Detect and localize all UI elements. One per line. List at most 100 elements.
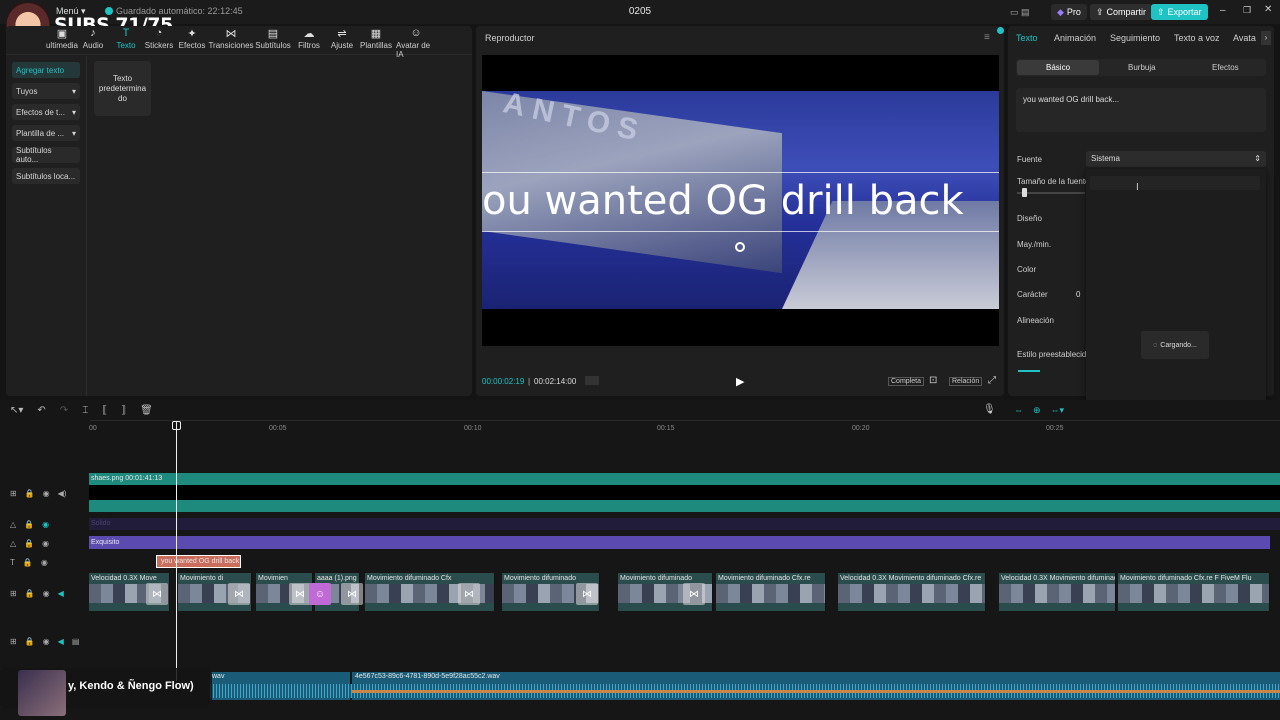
lock-icon[interactable]: 🔒: [23, 558, 33, 567]
transition-icon[interactable]: ⋈: [289, 583, 311, 605]
eye-icon[interactable]: ◉: [42, 520, 49, 529]
properties-tab-0[interactable]: Texto: [1016, 33, 1038, 43]
font-select[interactable]: Sistema ⇕: [1086, 151, 1266, 167]
properties-tab-2[interactable]: Seguimiento: [1110, 33, 1160, 43]
export-button[interactable]: ⇧ Exportar: [1151, 4, 1208, 20]
video-clip[interactable]: Velocidad 0.3X Movimiento difuminado Cfx…: [838, 573, 986, 611]
transition-icon[interactable]: ⋈: [228, 583, 250, 605]
tool-icon: ▦: [370, 27, 382, 40]
font-size-slider-thumb[interactable]: [1022, 188, 1027, 197]
default-text-label: Texto predetermina do: [98, 74, 147, 103]
subtab-0[interactable]: Básico: [1046, 63, 1070, 72]
sidebar-item-0[interactable]: Agregar texto: [12, 62, 80, 78]
tool-5[interactable]: ⋈ Transiciones: [208, 27, 253, 51]
tool-9[interactable]: ▦ Plantillas: [356, 27, 396, 51]
ratio-button[interactable]: Relación: [949, 377, 983, 386]
share-button[interactable]: ⇪ Compartir: [1090, 4, 1153, 20]
text-cursor-icon: I: [1136, 182, 1139, 193]
lock-icon[interactable]: 🔒: [24, 539, 34, 548]
eye-icon[interactable]: ◉: [43, 637, 50, 646]
lock-icon[interactable]: 🔒: [25, 589, 35, 598]
audio-icon[interactable]: ◀: [58, 589, 64, 598]
full-quality-button[interactable]: Completa: [888, 377, 924, 386]
lock-icon[interactable]: 🔒: [24, 520, 34, 529]
lock-icon[interactable]: 🔒: [25, 637, 35, 646]
track-type-icon: ⊞: [10, 589, 17, 598]
video-clip[interactable]: Velocidad 0.3X Movimiento difuminado: [999, 573, 1116, 611]
default-text-asset[interactable]: Texto predetermina do: [94, 61, 151, 116]
trim-right-icon[interactable]: ⟧: [121, 405, 126, 416]
minimize-icon[interactable]: –: [1220, 5, 1226, 16]
rotate-handle-icon[interactable]: [735, 242, 745, 252]
sidebar-item-1[interactable]: Tuyos ▾: [12, 83, 80, 99]
transition-icon[interactable]: ⋈: [146, 583, 168, 605]
lock-icon[interactable]: 🔒: [25, 489, 35, 498]
subtab-1[interactable]: Burbuja: [1128, 63, 1156, 72]
pro-button[interactable]: ◆ Pro: [1051, 4, 1087, 20]
video-clip-label: Movimiento difuminado Cfx: [367, 575, 452, 582]
sidebar-item-label: Subtítulos auto...: [16, 146, 52, 164]
overlay-clip[interactable]: shaes.png 00:01:41:13: [89, 473, 1280, 485]
video-clip[interactable]: Movimiento difuminado Cfx.re F FiveM Flu: [1118, 573, 1270, 611]
effect-clip[interactable]: Exquisito: [89, 536, 1270, 549]
font-search-input[interactable]: [1090, 176, 1260, 190]
redo-icon[interactable]: ↷: [60, 405, 68, 416]
player-menu-icon[interactable]: ≡: [984, 32, 990, 43]
playhead[interactable]: [176, 421, 177, 681]
eye-icon[interactable]: ◉: [41, 558, 48, 567]
sidebar-item-5[interactable]: Subtítulos loca...: [12, 168, 80, 184]
sidebar-item-3[interactable]: Plantilla de ... ▾: [12, 125, 80, 141]
preview-overlay-text[interactable]: ou wanted OG drill back: [482, 176, 999, 226]
sidebar-item-2[interactable]: Efectos de t... ▾: [12, 104, 80, 120]
sticker-thumb-icon[interactable]: ☺: [309, 583, 331, 605]
transition-icon[interactable]: ⋈: [576, 583, 598, 605]
track-controls: △ 🔒 ◉: [10, 520, 49, 529]
trim-left-icon[interactable]: ⟦: [102, 405, 107, 416]
ruler-line: [90, 420, 1280, 421]
transition-icon[interactable]: ⋈: [341, 583, 363, 605]
text-input[interactable]: you wanted OG drill back...: [1016, 88, 1266, 132]
eye-icon[interactable]: ◉: [43, 589, 50, 598]
char-value[interactable]: 0: [1076, 290, 1080, 299]
microphone-icon[interactable]: 🎙: [983, 404, 996, 415]
delete-icon[interactable]: 🗑: [140, 405, 153, 416]
play-icon[interactable]: ▶: [736, 375, 744, 388]
timecode-mode-icon[interactable]: [585, 376, 599, 385]
overlay-clip-label: shaes.png 00:01:41:13: [91, 475, 163, 482]
tool-label: Ajuste: [330, 41, 354, 50]
tool-10[interactable]: ☺ Avatar de IA: [396, 27, 436, 59]
audio-icon[interactable]: ◀): [58, 489, 67, 498]
video-clip[interactable]: Movimiento difuminado Cfx.re: [716, 573, 826, 611]
tool-6[interactable]: ▤ Subtítulos: [253, 27, 293, 51]
tabs-next-icon[interactable]: ›: [1261, 31, 1271, 45]
cover-icon[interactable]: ▤: [72, 637, 80, 646]
undo-icon[interactable]: ↶: [37, 405, 45, 416]
link-toggle-icon[interactable]: ⇔: [1014, 405, 1023, 416]
overlay-clip-bottom[interactable]: [89, 500, 1280, 512]
properties-tab-3[interactable]: Texto a voz: [1174, 33, 1220, 43]
faded-clip[interactable]: Solido: [89, 518, 1280, 530]
eye-icon[interactable]: ◉: [43, 489, 50, 498]
text-clip[interactable]: you wanted OG drill back: [156, 555, 241, 568]
split-icon[interactable]: ⌶: [82, 405, 88, 416]
properties-tab-1[interactable]: Animación: [1054, 33, 1096, 43]
crop-icon[interactable]: ⊡: [929, 375, 937, 386]
layout-icon[interactable]: ▭ ▤: [1004, 4, 1036, 20]
playhead-handle[interactable]: [172, 421, 181, 430]
audio-icon[interactable]: ◀: [58, 637, 64, 646]
eye-icon[interactable]: ◉: [42, 539, 49, 548]
sidebar-item-4[interactable]: Subtítulos auto...: [12, 146, 80, 164]
magnet-toggle-icon[interactable]: ⊕: [1033, 405, 1041, 416]
properties-tab-4[interactable]: Avata: [1233, 33, 1256, 43]
transition-icon[interactable]: ⋈: [683, 583, 705, 605]
restore-icon[interactable]: ❐: [1243, 5, 1251, 16]
tool-4[interactable]: ✦ Efectos: [172, 27, 212, 51]
subtab-2[interactable]: Efectos: [1212, 63, 1239, 72]
font-size-slider-track[interactable]: [1017, 192, 1085, 194]
transition-icon[interactable]: ⋈: [458, 583, 480, 605]
select-tool-icon[interactable]: ↖▾: [10, 405, 23, 416]
fullscreen-icon[interactable]: ⤢: [988, 375, 996, 386]
snap-toggle-icon[interactable]: ⇔▾: [1051, 405, 1065, 416]
sidebar-item-label: Subtítulos loca...: [16, 171, 76, 181]
close-icon[interactable]: ✕: [1264, 4, 1272, 15]
